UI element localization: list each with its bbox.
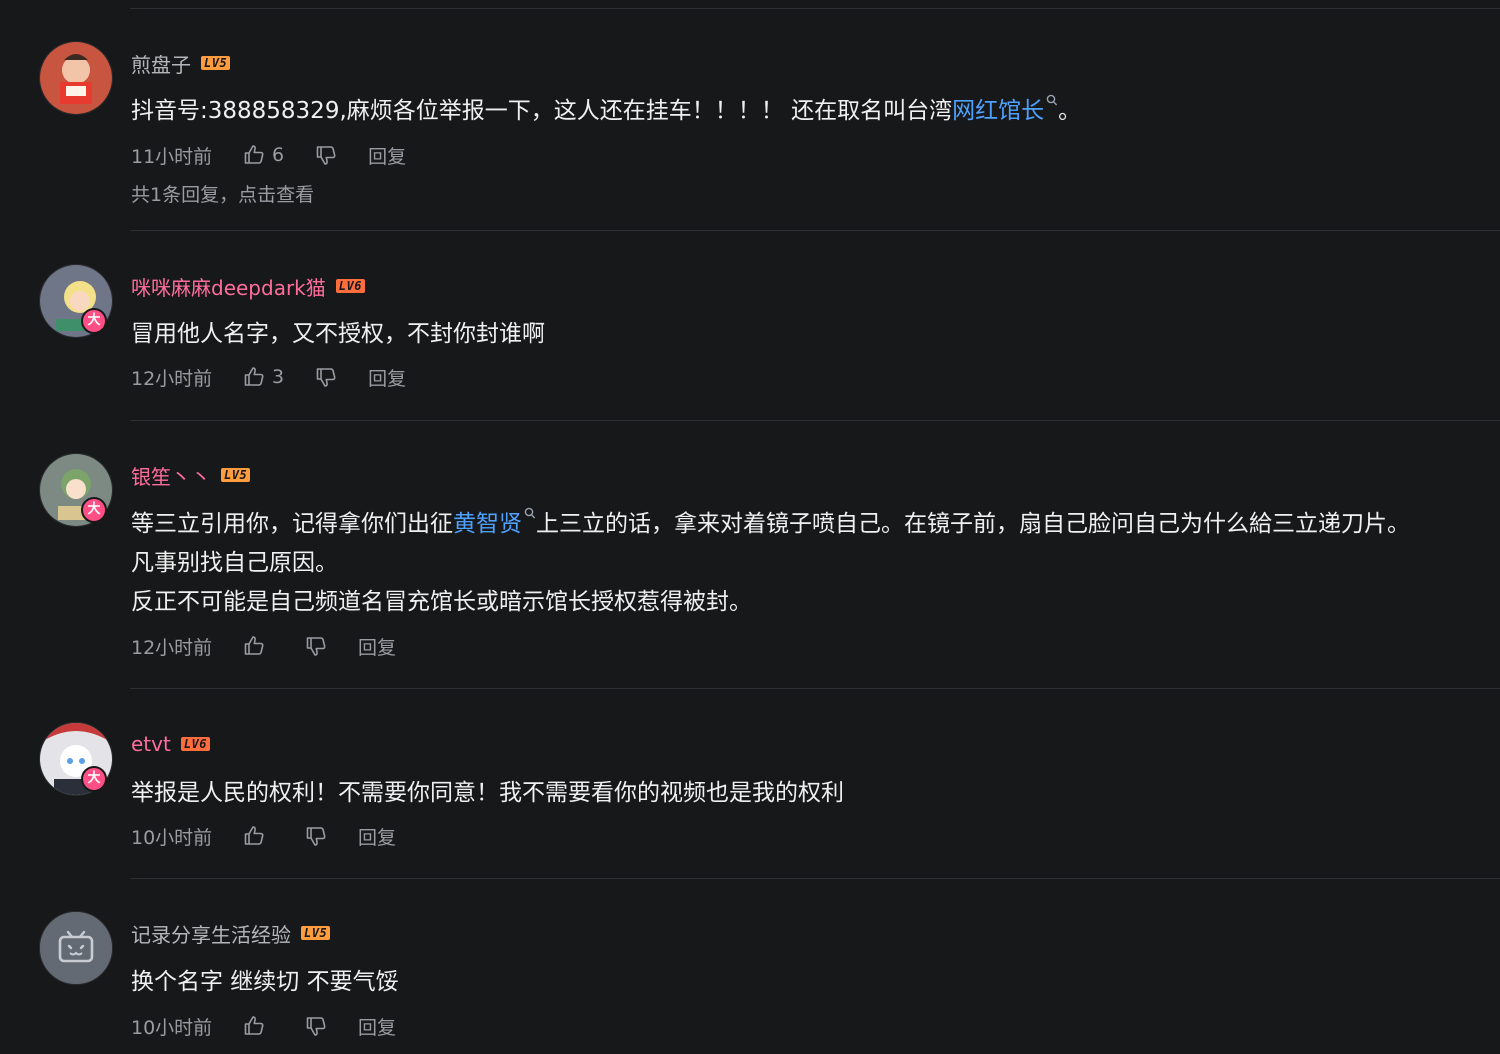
like-count: 3 — [272, 366, 285, 388]
dislike-button[interactable] — [304, 1014, 328, 1038]
comment-text-part: 举报是人民的权利！不需要你同意！我不需要看你的视频也是我的权利 — [131, 780, 844, 806]
comment-text: 冒用他人名字，又不授权，不封你封谁啊 — [131, 315, 1470, 354]
avatar[interactable] — [39, 911, 113, 985]
divider — [130, 420, 1500, 421]
search-icon — [1046, 94, 1058, 106]
dislike-button[interactable] — [304, 824, 328, 848]
thumbs-down-icon — [306, 1017, 326, 1036]
thumbs-up-icon — [244, 636, 264, 655]
like-button[interactable]: 3 — [242, 365, 284, 389]
level-badge: LV6 — [335, 279, 365, 293]
vip-badge: 大 — [81, 766, 107, 792]
comment-text-part: 上三立的话，拿来对着镜子喷自己。在镜子前，扇自己脸问自己为什么給三立递刀片。 — [536, 511, 1410, 537]
level-badge: LV5 — [301, 926, 331, 940]
timestamp: 11小时前 — [131, 145, 213, 168]
divider — [130, 8, 1500, 9]
keyword-link[interactable]: 黄智贤 — [453, 511, 522, 537]
search-icon — [524, 507, 536, 519]
comment-text-part: 换个名字 继续切 不要气馁 — [131, 969, 399, 995]
thumbs-up-icon — [244, 1016, 264, 1035]
comment-text-part: 抖音号:388858329,麻烦各位举报一下，这人还在挂车！！！！ 还在取名叫台… — [131, 98, 953, 124]
reply-button[interactable]: 回复 — [358, 823, 396, 850]
timestamp: 12小时前 — [131, 636, 213, 659]
timestamp: 12小时前 — [131, 367, 213, 390]
like-button[interactable]: 6 — [242, 143, 284, 167]
reply-button[interactable]: 回复 — [368, 142, 406, 169]
divider — [130, 688, 1500, 689]
comment-text: 举报是人民的权利！不需要你同意！我不需要看你的视频也是我的权利 — [131, 774, 1470, 813]
thumbs-up-icon — [244, 145, 264, 164]
thumbs-down-icon — [316, 146, 336, 165]
like-button[interactable] — [242, 1014, 266, 1038]
dislike-button[interactable] — [314, 365, 338, 389]
like-button[interactable] — [242, 824, 266, 848]
divider — [130, 878, 1500, 879]
username[interactable]: etvt — [131, 732, 171, 756]
thumbs-down-icon — [316, 368, 336, 387]
dislike-button[interactable] — [304, 634, 328, 658]
timestamp: 10小时前 — [131, 826, 213, 849]
level-badge: LV5 — [201, 56, 231, 70]
comment-text: 等三立引用你，记得拿你们出征黄智贤 上三立的话，拿来对着镜子喷自己。在镜子前，扇自… — [131, 505, 1470, 622]
username[interactable]: 煎盘子 — [131, 49, 191, 78]
comment-text: 抖音号:388858329,麻烦各位举报一下，这人还在挂车！！！！ 还在取名叫台… — [131, 92, 1470, 131]
view-replies-link[interactable]: 共1条回复，点击查看 — [131, 180, 314, 207]
timestamp: 10小时前 — [131, 1016, 213, 1039]
comment-text-part: 反正不可能是自己频道名冒充馆长或暗示馆长授权惹得被封。 — [131, 589, 752, 615]
dislike-button[interactable] — [314, 143, 338, 167]
level-badge: LV5 — [221, 468, 251, 482]
keyword-link[interactable]: 网红馆长 — [952, 98, 1044, 124]
vip-badge: 大 — [81, 497, 107, 523]
thumbs-up-icon — [244, 367, 264, 386]
default-avatar-tv-icon — [40, 912, 112, 984]
username[interactable]: 咪咪麻麻deepdark猫 — [131, 272, 326, 301]
comment-text-part: 冒用他人名字，又不授权，不封你封谁啊 — [131, 321, 545, 347]
thumbs-down-icon — [306, 637, 326, 656]
avatar[interactable]: 大 — [39, 264, 113, 338]
vip-badge: 大 — [81, 308, 107, 334]
avatar[interactable] — [39, 41, 113, 115]
like-count: 6 — [272, 144, 285, 166]
comment-text: 换个名字 继续切 不要气馁 — [131, 963, 1470, 1002]
comment-text-part: 凡事别找自己原因。 — [131, 550, 338, 576]
reply-button[interactable]: 回复 — [368, 364, 406, 391]
username[interactable]: 记录分享生活经验 — [131, 919, 291, 948]
comment-text-part: 等三立引用你，记得拿你们出征 — [131, 511, 453, 537]
thumbs-down-icon — [306, 827, 326, 846]
level-badge: LV6 — [180, 737, 211, 751]
avatar[interactable]: 大 — [39, 722, 113, 796]
reply-button[interactable]: 回复 — [358, 633, 396, 660]
reply-button[interactable]: 回复 — [358, 1013, 396, 1040]
comment-text-part: 。 — [1058, 98, 1082, 124]
avatar[interactable]: 大 — [39, 453, 113, 527]
divider — [130, 230, 1500, 231]
like-button[interactable] — [242, 634, 266, 658]
username[interactable]: 银笙丶丶 — [131, 461, 211, 490]
thumbs-up-icon — [244, 826, 264, 845]
